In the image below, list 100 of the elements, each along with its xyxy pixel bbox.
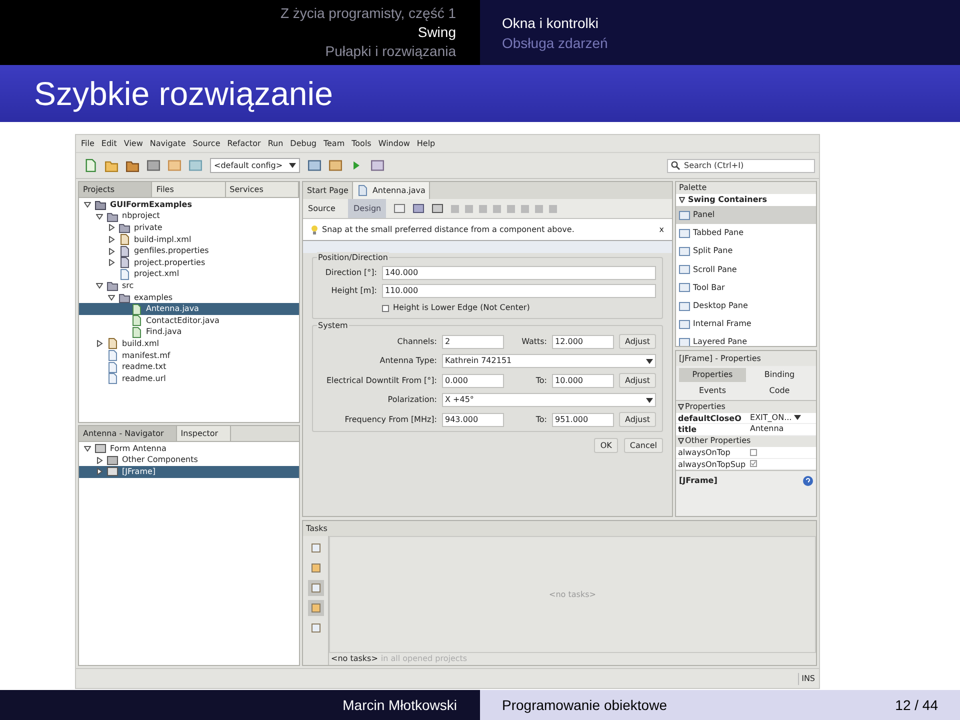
filter-toggle[interactable] [308,600,324,616]
tree-item[interactable]: genfiles.properties [79,245,299,257]
palette-item[interactable]: Internal Frame [676,315,816,334]
view-tab[interactable]: Source [303,199,340,218]
palette-item[interactable]: Panel [676,206,816,224]
expanded-arrow-icon[interactable] [96,212,102,220]
field-label: Antenna Type: [378,355,437,367]
menu-item[interactable]: Help [416,138,436,150]
filter-toggle[interactable] [308,580,324,596]
properties-tab[interactable]: Binding [746,368,813,382]
checkbox[interactable] [382,304,389,312]
tree-item[interactable]: Find.java [79,326,299,338]
menu-item[interactable]: File [81,138,94,150]
collapsed-arrow-icon[interactable] [96,468,102,476]
menu-item[interactable]: View [124,138,143,150]
menu-item[interactable]: Window [378,138,410,150]
properties-tab[interactable]: Code [746,384,813,398]
tree-item[interactable]: ContactEditor.java [79,314,299,327]
tree-item[interactable]: project.xml [79,268,299,280]
form-button[interactable]: Adjust [619,373,656,388]
palette-item[interactable]: Layered Pane [676,333,816,346]
menu-item[interactable]: Team [323,138,345,150]
tree-item[interactable]: examples [79,292,299,304]
tree-item[interactable]: Antenna.java [79,303,299,315]
help-icon[interactable] [803,476,813,486]
form-button[interactable]: OK [594,438,618,453]
expanded-arrow-icon[interactable] [84,201,90,208]
combo-box[interactable]: X +45° [442,393,656,407]
tree-item[interactable]: build.xml [79,338,299,350]
tree-item[interactable]: build-impl.xml [79,234,299,246]
folder-icon [107,280,118,292]
combo-box[interactable]: Kathrein 742151 [442,354,656,368]
tree-item[interactable]: readme.url [79,372,299,384]
collapsed-arrow-icon[interactable] [108,224,114,232]
properties-tab[interactable]: Properties [679,368,746,382]
menu-item[interactable]: Source [192,138,220,150]
tree-item[interactable]: private [79,222,299,234]
panel-tab[interactable]: Files [152,182,226,197]
property-section[interactable]: Other Properties [676,436,816,447]
tree-item[interactable]: GUIFormExamples [79,199,299,211]
palette-item[interactable]: Scroll Pane [676,260,816,279]
expanded-arrow-icon[interactable] [108,294,114,302]
collapsed-arrow-icon[interactable] [96,456,102,464]
property-value[interactable]: Antenna [750,423,784,436]
section-link[interactable]: Pułapki i rozwiązania [325,42,456,61]
subsection-link[interactable]: Obsługa zdarzeń [502,32,960,52]
property-section[interactable]: Properties [676,401,816,412]
editor-tab[interactable]: Start Page [303,182,354,199]
text-field[interactable]: 140.000 [382,266,656,280]
tree-item[interactable]: Other Components [79,454,299,466]
palette-item[interactable]: Desktop Pane [676,296,816,316]
text-field[interactable]: 12.000 [552,334,614,348]
section-link[interactable]: Swing [418,23,456,42]
search-field[interactable]: Search (Ctrl+I) [667,158,815,172]
panel-tab[interactable]: Services [226,182,299,197]
menu-item[interactable]: Tools [352,138,372,150]
menu-item[interactable]: Navigate [150,138,186,150]
view-tab[interactable]: Design [348,199,386,218]
expanded-arrow-icon[interactable] [96,282,102,290]
collapsed-arrow-icon[interactable] [108,259,114,266]
tree-item[interactable]: [JFrame] [79,466,299,478]
section-link[interactable]: Z życia programisty, część 1 [280,4,456,23]
tree-item[interactable]: src [79,280,299,292]
palette-item[interactable]: Tabbed Pane [676,224,816,242]
panel-tab[interactable]: Antenna - Navigator [79,426,177,441]
palette-item[interactable]: Split Pane [676,242,816,261]
expanded-arrow-icon[interactable] [84,445,90,452]
subsection-link[interactable]: Okna i kontrolki [502,12,960,32]
form-button[interactable]: Adjust [619,412,656,427]
tree-item[interactable]: manifest.mf [79,350,299,362]
text-field[interactable]: 0.000 [442,374,504,388]
text-field[interactable]: 110.000 [382,284,656,298]
palette-item[interactable]: Tool Bar [676,278,816,297]
menu-item[interactable]: Edit [101,138,117,150]
panel-tab[interactable]: Inspector [176,426,232,441]
config-dropdown[interactable]: <default config> [210,158,300,173]
tree-item[interactable]: project.properties [79,256,299,269]
text-field[interactable]: 10.000 [552,374,614,388]
form-button[interactable]: Cancel [624,438,664,453]
tree-item[interactable]: readme.txt [79,361,299,373]
text-field[interactable]: 943.000 [442,412,504,426]
text-field[interactable]: 951.000 [552,412,614,426]
text-field[interactable]: 2 [442,334,504,348]
property-value[interactable]: EXIT_ON... [750,412,792,424]
editor-tab[interactable]: Antenna.java [353,182,430,199]
checkbox[interactable] [750,448,758,456]
menu-item[interactable]: Run [268,138,284,150]
checkbox[interactable] [750,460,758,468]
panel-tab[interactable]: Projects [79,182,152,197]
tree-item[interactable]: nbproject [79,210,299,222]
menu-item[interactable]: Refactor [227,138,261,150]
palette-category[interactable]: Swing Containers [676,194,816,206]
collapsed-arrow-icon[interactable] [108,248,114,255]
close-button[interactable]: x [659,224,664,236]
properties-tab[interactable]: Events [679,384,746,398]
collapsed-arrow-icon[interactable] [108,236,114,244]
menu-item[interactable]: Debug [290,138,316,150]
tree-item[interactable]: Form Antenna [79,443,299,455]
form-button[interactable]: Adjust [619,334,656,349]
collapsed-arrow-icon[interactable] [96,340,102,348]
